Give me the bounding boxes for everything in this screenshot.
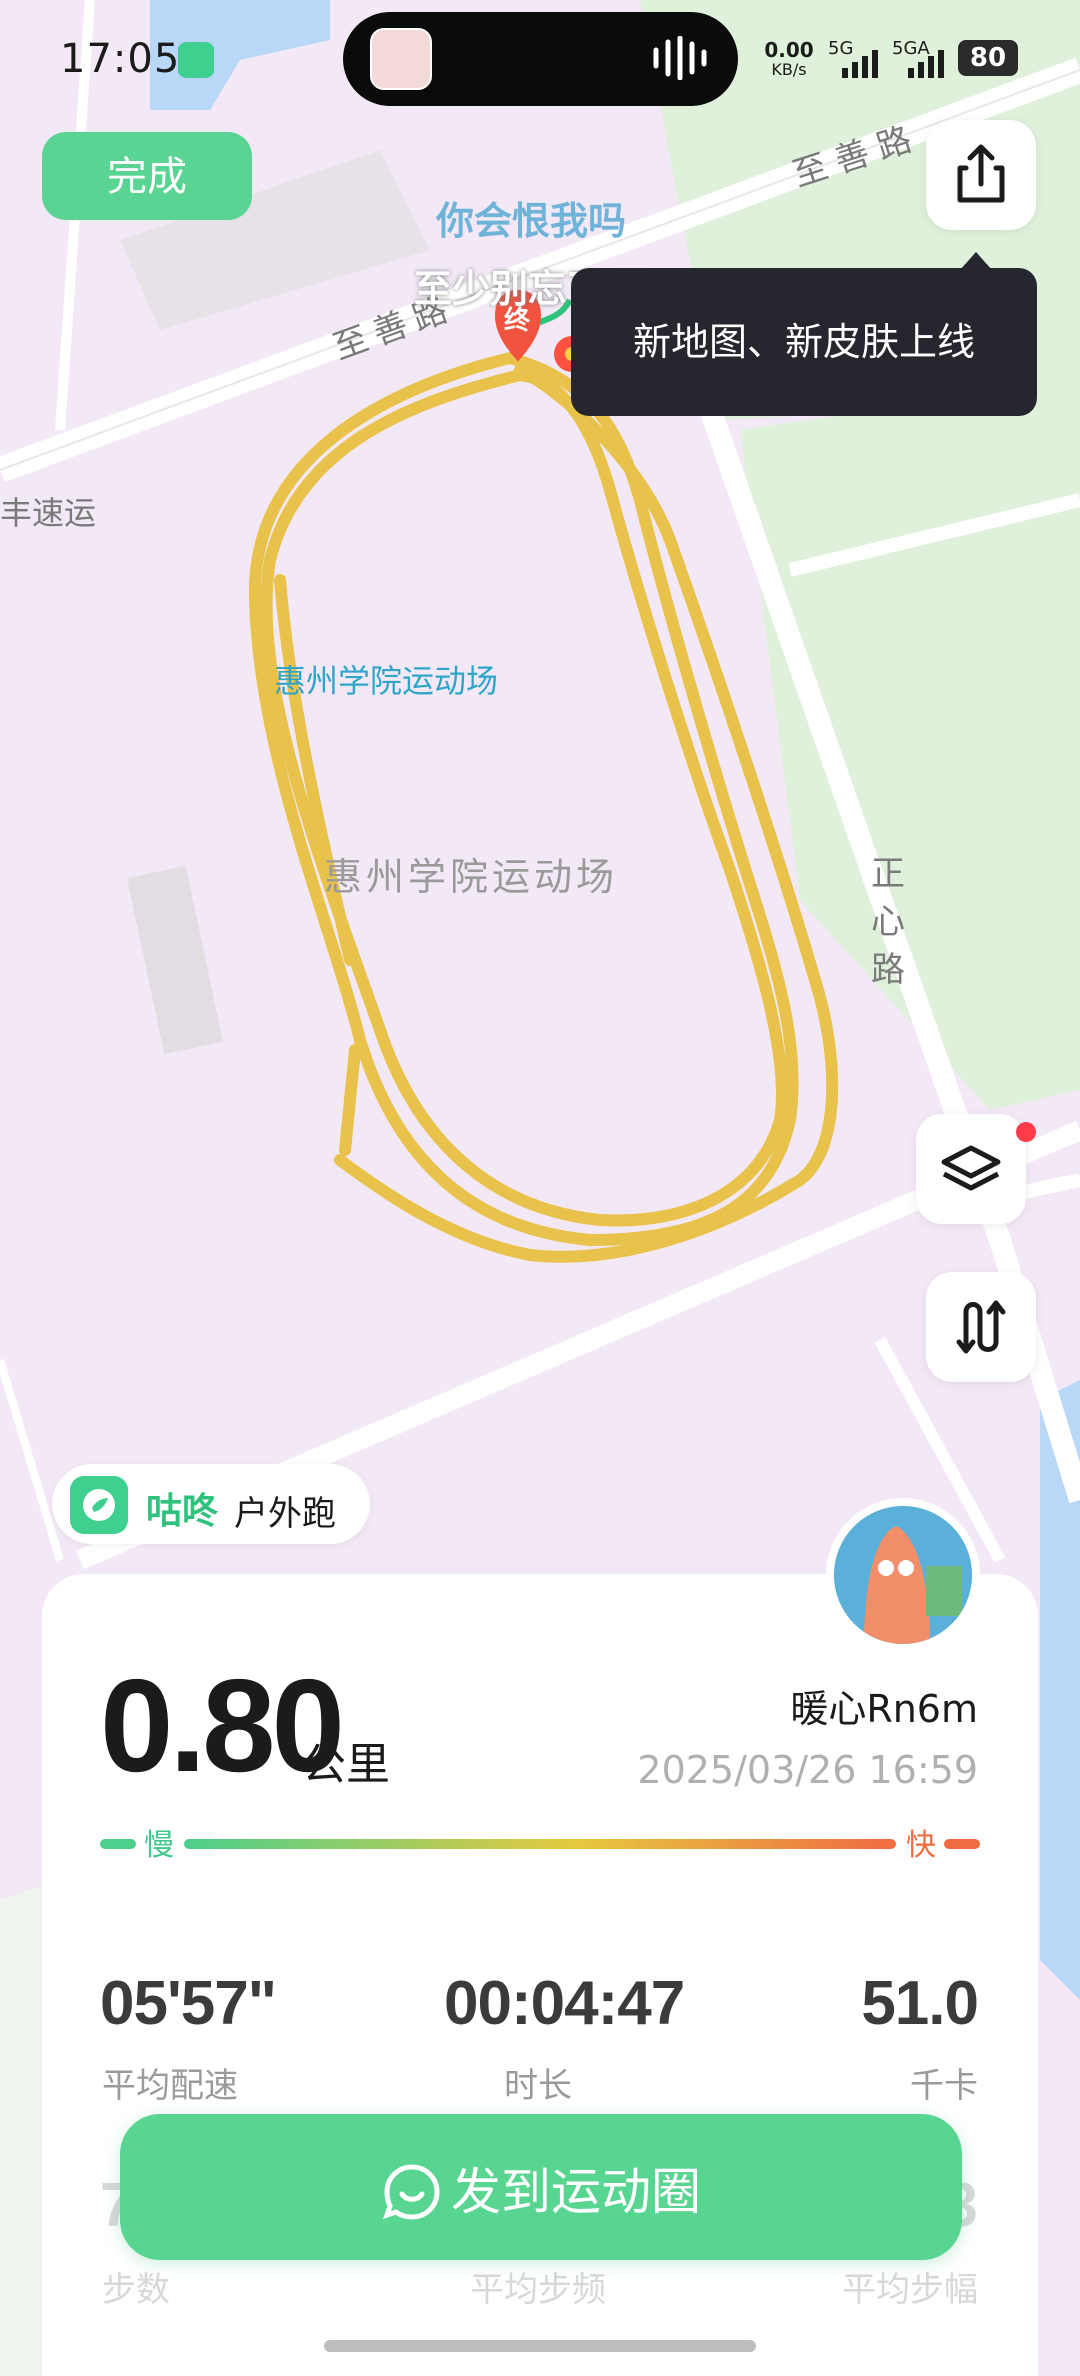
share-button[interactable] <box>926 120 1036 230</box>
audio-wave-icon <box>653 36 707 80</box>
distance-unit: 公里 <box>302 1739 390 1790</box>
signal-icon-2 <box>908 50 944 78</box>
route-toggle-button[interactable] <box>926 1272 1036 1382</box>
signal-icon-1 <box>842 50 878 78</box>
done-button[interactable]: 完成 <box>42 132 252 220</box>
new-map-tooltip[interactable]: 新地图、新皮肤上线 <box>571 268 1037 416</box>
new-badge-dot <box>1016 1122 1036 1142</box>
map-layers-button[interactable] <box>916 1114 1026 1224</box>
brand-name: 咕咚 <box>146 1491 219 1532</box>
end-marker-label: 终 <box>504 306 531 336</box>
lyric-line-1: 你会恨我吗 <box>436 199 627 243</box>
venue-label: 惠州学院运动场 <box>274 662 499 700</box>
steps-label: 步数 <box>102 2270 170 2310</box>
now-playing-cover <box>370 28 432 90</box>
pace-slow-label: 慢 <box>144 1828 174 1863</box>
pace-fast-label: 快 <box>906 1828 936 1863</box>
activity-datetime: 2025/03/26 16:59 <box>637 1748 978 1792</box>
calories-label: 千卡 <box>910 2066 978 2106</box>
net-speed: 0.00 KB/s <box>764 40 814 80</box>
road-label-right: 正心路 <box>871 854 905 990</box>
duration-value: 00:04:47 <box>444 1969 685 2038</box>
layers-icon <box>941 1145 1001 1191</box>
activity-type: 户外跑 <box>234 1494 336 1534</box>
cadence-label: 平均步频 <box>470 2270 606 2310</box>
duration-label: 时长 <box>504 2066 572 2106</box>
chat-bubble-icon <box>383 2164 440 2220</box>
home-indicator[interactable] <box>324 2340 756 2352</box>
status-time: 17:05 <box>60 36 181 82</box>
post-to-feed-button[interactable]: 发到运动圈 <box>120 2114 962 2260</box>
share-icon <box>957 144 1005 203</box>
post-button-label: 发到运动圈 <box>451 2163 701 2220</box>
venue-label-center: 惠州学院运动场 <box>324 855 619 899</box>
app-notification-icon <box>178 42 214 78</box>
avg-pace-label: 平均配速 <box>102 2066 238 2106</box>
battery-indicator: 80 <box>958 40 1018 76</box>
pace-gradient-bar <box>100 1839 980 1849</box>
stride-label: 平均步幅 <box>842 2270 978 2310</box>
avatar[interactable] <box>834 1506 972 1644</box>
road-label-side: 丰速运 <box>0 494 97 532</box>
net-speed-unit: KB/s <box>771 60 807 79</box>
route-icon <box>956 1300 1006 1354</box>
username[interactable]: 暖心Rn6m <box>790 1678 978 1733</box>
codoon-logo-icon <box>70 1476 128 1534</box>
avg-pace-value: 05'57" <box>100 1969 277 2038</box>
net-speed-value: 0.00 <box>764 38 814 62</box>
calories-value: 51.0 <box>861 1969 979 2038</box>
